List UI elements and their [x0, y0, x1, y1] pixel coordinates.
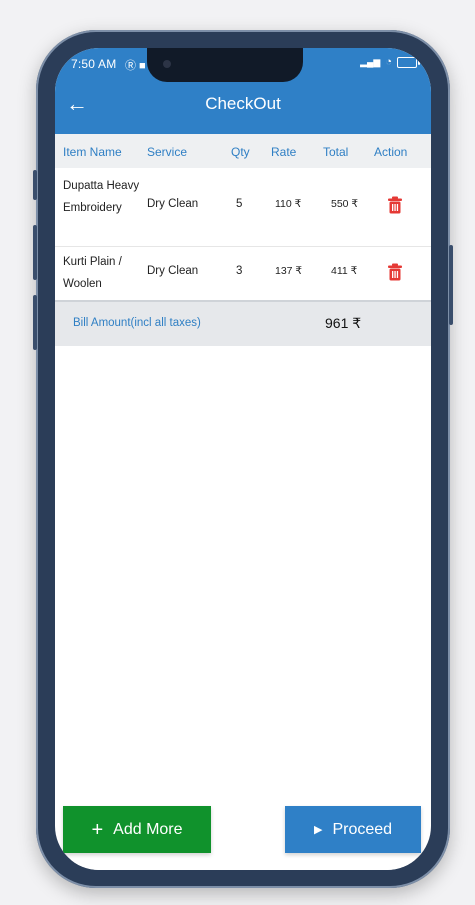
item-name: Kurti Plain / Woolen	[63, 256, 122, 290]
status-icons: ▂▄▆ ◔	[360, 56, 420, 68]
delete-icon[interactable]	[387, 263, 403, 281]
page-title: CheckOut	[205, 94, 281, 113]
camera-notch	[147, 48, 303, 82]
add-more-button[interactable]: + Add More	[63, 806, 211, 853]
item-total: 550 ₹	[331, 198, 359, 210]
bill-amount-label: Bill Amount(incl all taxes)	[73, 317, 201, 329]
wifi-icon: ◔	[385, 56, 392, 68]
table-row: Dupatta Heavy Embroidery Dry Clean 5 110…	[55, 168, 431, 247]
plus-icon: +	[91, 818, 104, 841]
column-header-rate: Rate	[271, 145, 297, 159]
app-header: 7:50 AM Ⓡ ■ © ▂▄▆ ◔ ← CheckOut	[55, 48, 431, 134]
item-rate: 137 ₹	[275, 265, 303, 277]
status-time: 7:50 AM	[71, 57, 117, 71]
item-qty: 3	[236, 265, 243, 277]
column-header-service: Service	[147, 145, 188, 159]
column-header-item-name: Item Name	[63, 145, 122, 159]
item-service: Dry Clean	[147, 265, 199, 277]
battery-icon	[397, 56, 420, 68]
signal-icon: ▂▄▆	[360, 56, 381, 67]
bill-summary: Bill Amount(incl all taxes) 961 ₹	[55, 300, 431, 346]
screen: 7:50 AM Ⓡ ■ © ▂▄▆ ◔ ← CheckOut Item Name…	[55, 48, 431, 870]
proceed-label: Proceed	[332, 820, 393, 838]
column-header-action: Action	[374, 145, 408, 159]
camera-icon	[163, 60, 171, 68]
item-name: Dupatta Heavy Embroidery	[63, 180, 140, 214]
table-row: Kurti Plain / Woolen Dry Clean 3 137 ₹ 4…	[55, 247, 431, 299]
play-arrow-icon: ▶	[313, 823, 323, 836]
volume-down-button	[33, 295, 37, 350]
side-button	[33, 170, 37, 200]
item-rate: 110 ₹	[275, 198, 302, 210]
item-qty: 5	[236, 198, 243, 210]
bottom-safe-area	[55, 860, 431, 870]
power-button	[449, 245, 453, 325]
phone-frame: 7:50 AM Ⓡ ■ © ▂▄▆ ◔ ← CheckOut Item Name…	[33, 30, 453, 888]
table-header: Item Name Service Qty Rate Total Action	[55, 134, 431, 168]
column-header-qty: Qty	[231, 145, 250, 159]
add-more-label: Add More	[113, 820, 183, 838]
delete-icon[interactable]	[387, 196, 403, 214]
volume-up-button	[33, 225, 37, 280]
bill-amount-value: 961 ₹	[325, 315, 362, 331]
column-header-total: Total	[323, 145, 349, 159]
item-service: Dry Clean	[147, 198, 199, 210]
proceed-button[interactable]: ▶ Proceed	[285, 806, 421, 853]
item-total: 411 ₹	[331, 265, 358, 277]
